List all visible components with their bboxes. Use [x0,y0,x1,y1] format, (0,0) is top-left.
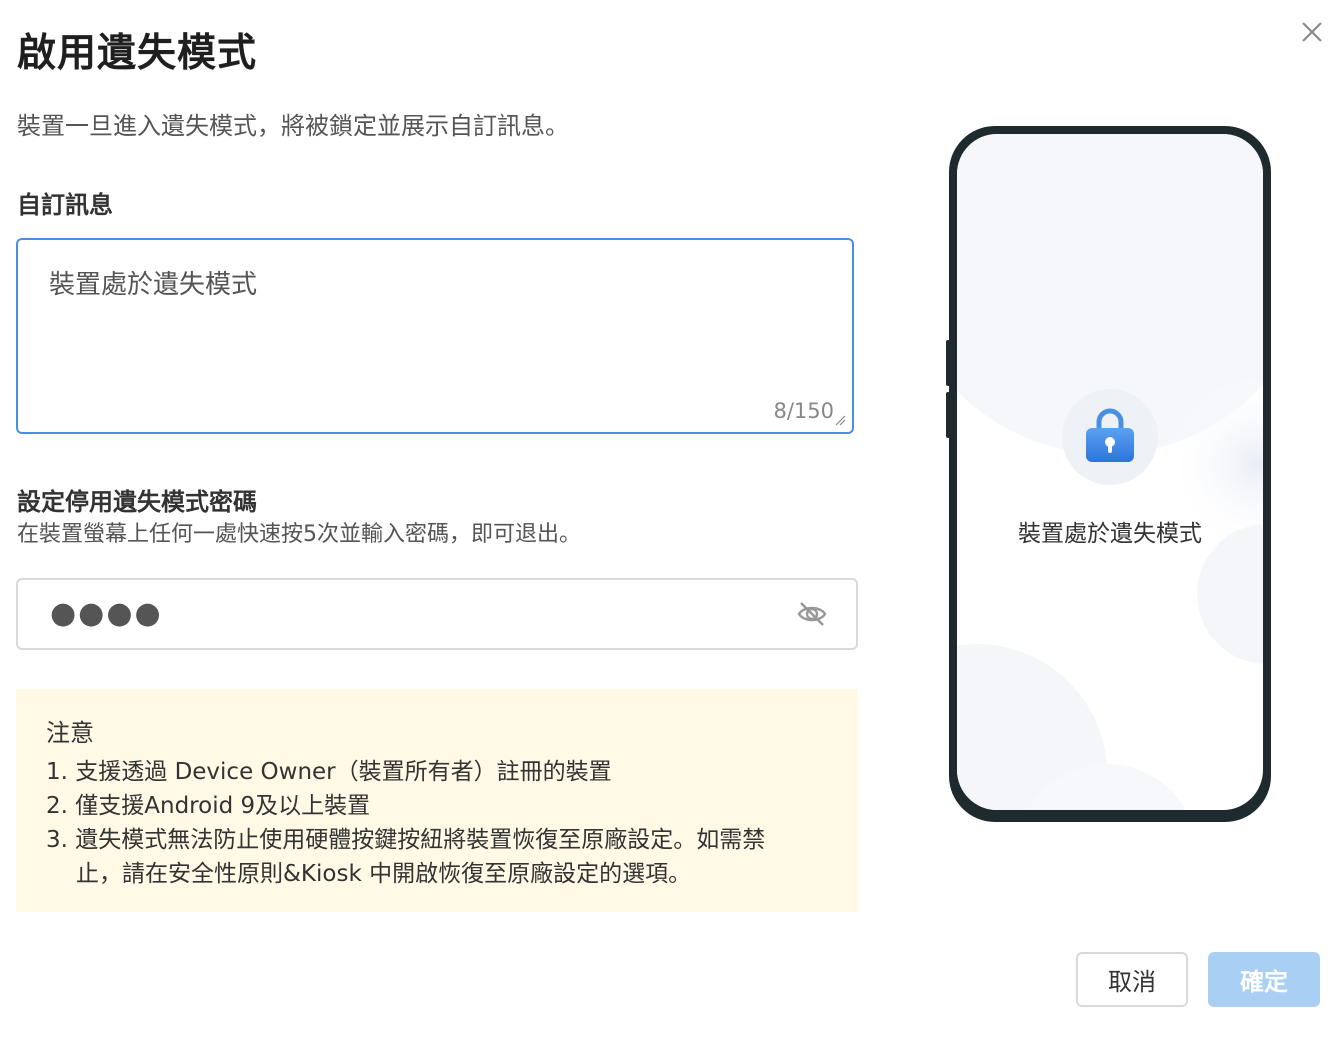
notice-item: 3. 遺失模式無法防止使用硬體按鍵按紐將裝置恢復至原廠設定。如需禁 [46,827,766,853]
ok-button[interactable]: 確定 [1208,952,1320,1007]
custom-message-value: 裝置處於遺失模式 [49,270,258,300]
notice-title: 注意 [46,719,94,747]
cancel-button[interactable]: 取消 [1076,952,1188,1007]
password-hint: 在裝置螢幕上任何一處快速按5次並輸入密碼，即可退出。 [17,522,581,547]
dialog-title: 啟用遺失模式 [17,31,258,76]
password-label: 設定停用遺失模式密碼 [17,488,257,516]
notice-box: 注意 1. 支援透過 Device Owner（裝置所有者）註冊的裝置 2. 僅… [16,689,858,912]
custom-message-textarea[interactable]: 裝置處於遺失模式 8/150 [16,238,854,434]
eye-off-icon[interactable] [796,598,828,630]
resize-handle-icon[interactable] [834,414,846,426]
character-counter: 8/150 [773,399,834,423]
close-icon[interactable] [1298,18,1326,46]
password-input[interactable]: ●●●● [16,578,858,650]
dialog-description: 裝置一旦進入遺失模式，將被鎖定並展示自訂訊息。 [17,112,569,140]
notice-item: 止，請在安全性原則&Kiosk 中開啟恢復至原廠設定的選項。 [76,861,692,887]
notice-item: 1. 支援透過 Device Owner（裝置所有者）註冊的裝置 [46,759,612,785]
lock-icon [1086,408,1134,462]
custom-message-label: 自訂訊息 [17,191,113,219]
notice-item: 2. 僅支援Android 9及以上裝置 [46,793,371,819]
password-masked-value: ●●●● [50,596,163,631]
preview-message: 裝置處於遺失模式 [1018,521,1202,547]
